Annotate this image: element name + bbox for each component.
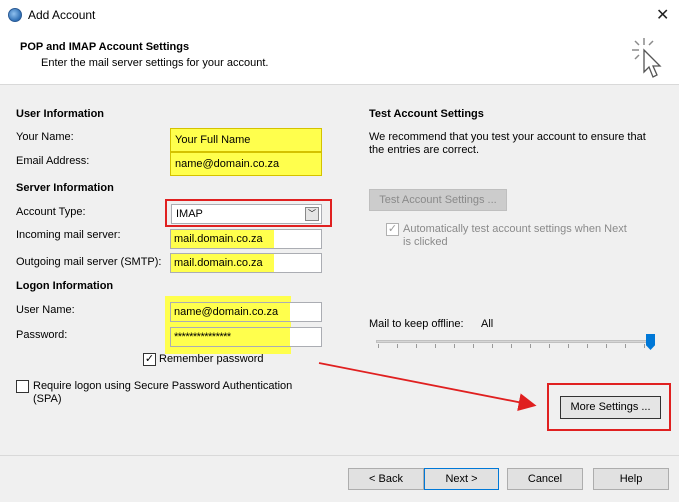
spa-label-line1: Require logon using Secure Password Auth… (33, 380, 293, 392)
more-settings-button[interactable]: More Settings ... (560, 396, 661, 419)
test-settings-desc-line1: We recommend that you test your account … (369, 131, 646, 143)
cursor-sparkle-icon (632, 38, 662, 78)
email-address-label: Email Address: (16, 155, 90, 167)
your-name-label: Your Name: (16, 131, 74, 143)
outgoing-server-label: Outgoing mail server (SMTP): (16, 256, 162, 268)
auto-test-label-line2: is clicked (403, 236, 448, 248)
email-address-input[interactable]: name@domain.co.za (170, 152, 322, 176)
user-name-input[interactable]: name@domain.co.za (170, 302, 322, 322)
chevron-down-icon[interactable]: ﹀ (305, 207, 319, 221)
outlook-app-icon (8, 8, 22, 22)
window-title: Add Account (28, 8, 96, 22)
cancel-button[interactable]: Cancel (507, 468, 583, 490)
page-title: POP and IMAP Account Settings (20, 41, 190, 53)
auto-test-label-line1: Automatically test account settings when… (403, 223, 627, 235)
remember-password-checkbox[interactable]: ✓ (143, 353, 156, 366)
offline-label: Mail to keep offline: (369, 318, 464, 330)
user-name-value: name@domain.co.za (171, 303, 290, 321)
next-button[interactable]: Next > (424, 468, 499, 490)
test-settings-desc-line2: the entries are correct. (369, 144, 480, 156)
back-button[interactable]: < Back (348, 468, 424, 490)
remember-password-label: Remember password (159, 353, 264, 365)
account-type-value: IMAP (176, 208, 203, 220)
auto-test-checkbox[interactable]: ✓ (386, 223, 399, 236)
test-account-settings-button[interactable]: Test Account Settings ... (369, 189, 507, 211)
offline-value: All (481, 318, 494, 330)
outgoing-server-input[interactable]: mail.domain.co.za (170, 253, 322, 273)
offline-slider-track[interactable] (376, 340, 654, 343)
incoming-server-input[interactable]: mail.domain.co.za (170, 229, 322, 249)
account-type-select[interactable]: IMAP ﹀ (171, 204, 322, 224)
password-input[interactable]: *************** (170, 327, 322, 347)
title-bar (0, 0, 679, 31)
incoming-server-label: Incoming mail server: (16, 229, 121, 241)
account-type-label: Account Type: (16, 206, 86, 218)
close-icon[interactable]: ✕ (656, 5, 669, 25)
your-name-input[interactable]: Your Full Name (170, 128, 322, 152)
spa-label-line2: (SPA) (33, 393, 62, 405)
offline-slider-thumb[interactable] (646, 334, 655, 350)
page-subtitle: Enter the mail server settings for your … (41, 57, 269, 69)
password-label: Password: (16, 329, 68, 341)
footer-divider (0, 455, 679, 456)
outgoing-server-value: mail.domain.co.za (171, 254, 274, 272)
help-button[interactable]: Help (593, 468, 669, 490)
password-value: *************** (171, 328, 290, 346)
user-info-heading: User Information (16, 108, 105, 120)
test-settings-heading: Test Account Settings (369, 108, 484, 120)
user-name-label: User Name: (16, 304, 75, 316)
incoming-server-value: mail.domain.co.za (171, 230, 274, 248)
server-info-heading: Server Information (16, 182, 114, 194)
logon-info-heading: Logon Information (16, 280, 114, 292)
spa-checkbox[interactable] (16, 380, 29, 393)
